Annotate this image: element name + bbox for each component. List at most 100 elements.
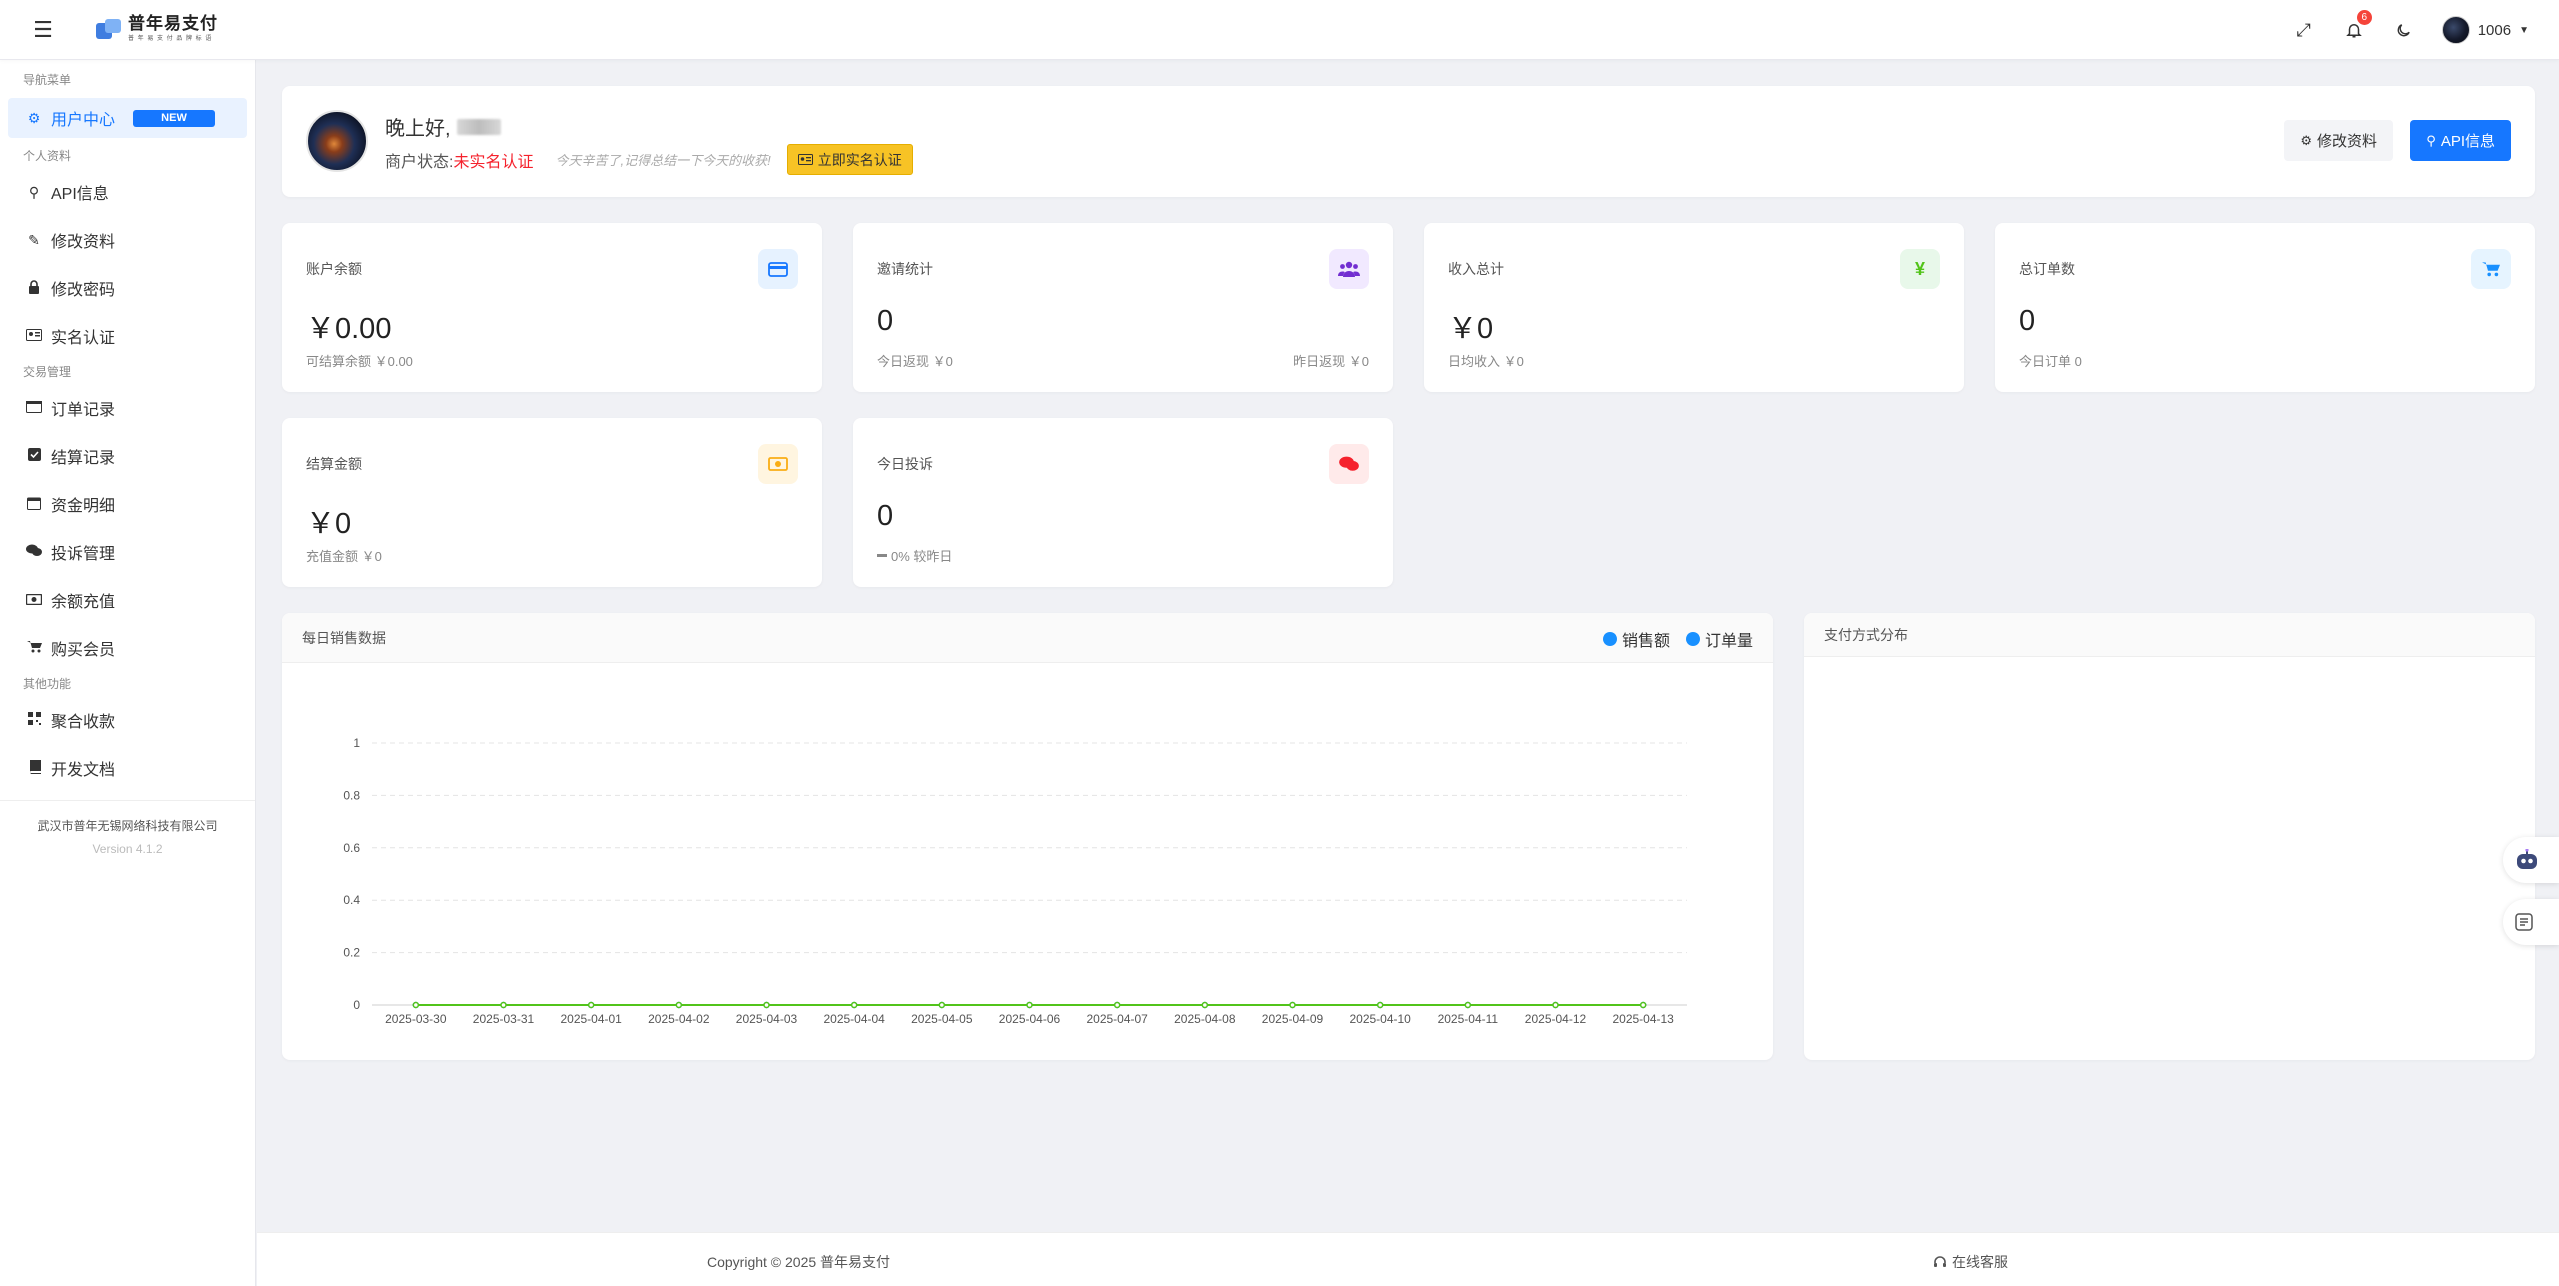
sidebar-section-profile: 个人资料 xyxy=(23,149,72,163)
brand-name: 普年易支付 xyxy=(128,14,218,34)
series-point xyxy=(1639,1001,1647,1009)
merchant-status: 商户状态: 未实名认证 今天辛苦了,记得总结一下今天的收获! 立即实名认证 xyxy=(385,144,913,175)
sidebar: 导航菜单 ⚙ 用户中心 NEW 个人资料 ⚲ API信息 ✎ 修改资料 修改密码… xyxy=(0,60,256,1286)
sidebar-item-aggregate[interactable]: 聚合收款 xyxy=(0,696,255,744)
stat-sub: 可结算余额 ￥0.00 xyxy=(306,354,413,369)
book-icon xyxy=(25,759,43,777)
sidebar-item-membership[interactable]: 购买会员 xyxy=(0,624,255,672)
x-tick-label: 2025-04-11 xyxy=(1438,1012,1499,1026)
sidebar-item-settlements[interactable]: 结算记录 xyxy=(0,432,255,480)
legend-label: 销售额 xyxy=(1621,633,1670,650)
stat-card-income: 收入总计 ¥ ￥0 日均收入 ￥0 xyxy=(1424,223,1964,392)
edit-profile-button[interactable]: ⚙ 修改资料 xyxy=(2284,120,2393,161)
sidebar-item-change-password[interactable]: 修改密码 xyxy=(0,264,255,312)
sidebar-item-docs[interactable]: 开发文档 xyxy=(0,744,255,792)
sidebar-item-label: 开发文档 xyxy=(51,762,116,779)
stat-value: 0 xyxy=(877,305,894,337)
sidebar-item-orders[interactable]: 订单记录 xyxy=(0,384,255,432)
welcome-card: 晚上好, 商户状态: 未实名认证 今天辛苦了,记得总结一下今天的收获! 立即实名… xyxy=(282,86,2535,197)
x-tick-label: 2025-04-01 xyxy=(560,1012,622,1026)
comments-icon xyxy=(1329,444,1369,484)
series-point xyxy=(587,1001,595,1009)
top-bar: ☰ 普年易支付 普 年 易 支 付 品 牌 标 语 ⤢ 6 1006 ▼ xyxy=(0,0,2559,60)
sales-line-chart: 0 0.2 0.4 0.6 0.8 1 2025-03-30 2025-03-31 2025-0… xyxy=(343,736,1687,1026)
sidebar-item-label: 投诉管理 xyxy=(51,546,116,563)
series-point xyxy=(675,1001,683,1009)
lock-icon xyxy=(25,279,43,297)
comments-icon xyxy=(25,544,43,560)
sidebar-item-complaints[interactable]: 投诉管理 xyxy=(0,528,255,576)
fullscreen-icon[interactable]: ⤢ xyxy=(2292,18,2316,42)
sales-chart-panel: 每日销售数据 销售额 订单量 0 0.2 0.4 0.6 0.8 1 2025-03-30 2… xyxy=(282,613,1773,1060)
sidebar-item-label: 聚合收款 xyxy=(51,714,116,731)
x-tick-label: 2025-04-02 xyxy=(648,1012,710,1026)
legend-label: 订单量 xyxy=(1704,633,1753,650)
payment-distribution-panel: 支付方式分布 xyxy=(1804,613,2535,1060)
sidebar-item-funds[interactable]: 资金明细 xyxy=(0,480,255,528)
edit-icon: ✎ xyxy=(28,231,40,248)
cart-icon xyxy=(25,640,43,656)
online-service-label: 在线客服 xyxy=(1952,1254,2008,1270)
username: 1006 xyxy=(2477,21,2512,39)
user-menu[interactable]: 1006 ▼ xyxy=(2441,16,2529,44)
x-tick-label: 2025-04-09 xyxy=(1262,1012,1324,1026)
series-point xyxy=(1552,1001,1559,1009)
legend-item-orders[interactable]: 订单量 xyxy=(1685,627,1753,651)
calendar-icon xyxy=(25,496,43,513)
sidebar-item-label: 用户中心 xyxy=(51,112,116,129)
sidebar-item-label: 实名认证 xyxy=(51,330,116,347)
id-card-icon xyxy=(25,328,43,344)
notification-bell-icon[interactable]: 6 xyxy=(2342,10,2372,42)
x-tick-label: 2025-04-06 xyxy=(999,1012,1061,1026)
x-tick-label: 2025-04-10 xyxy=(1349,1012,1411,1026)
api-info-button[interactable]: ⚲ API信息 xyxy=(2410,120,2511,161)
stat-sub: 日均收入 ￥0 xyxy=(1448,354,1524,369)
y-tick-label: 0.6 xyxy=(343,841,360,855)
yen-icon: ¥ xyxy=(1900,249,1940,289)
status-label: 商户状态: xyxy=(385,153,454,171)
gear-icon: ⚙ xyxy=(2300,132,2312,148)
caret-down-icon: ▼ xyxy=(2519,24,2529,36)
verify-now-button[interactable]: 立即实名认证 xyxy=(786,144,913,175)
page-footer: Copyright © 2025 普年易支付 在线客服 xyxy=(257,1232,2559,1286)
verify-now-label: 立即实名认证 xyxy=(817,151,902,168)
sidebar-item-real-name[interactable]: 实名认证 xyxy=(0,312,255,360)
brand-logo[interactable]: 普年易支付 普 年 易 支 付 品 牌 标 语 xyxy=(96,12,218,46)
sidebar-item-user-center[interactable]: ⚙ 用户中心 NEW xyxy=(8,98,247,138)
stat-value: ￥0 xyxy=(306,508,352,540)
menu-toggle-icon[interactable]: ☰ xyxy=(30,17,56,43)
users-icon xyxy=(1329,249,1369,289)
status-badge: 未实名认证 xyxy=(453,153,534,171)
id-card-icon xyxy=(797,154,813,165)
stat-label: 今日投诉 xyxy=(877,456,933,472)
sidebar-item-api-info[interactable]: ⚲ API信息 xyxy=(0,168,255,216)
x-tick-label: 2025-04-07 xyxy=(1086,1012,1148,1026)
stat-label: 总订单数 xyxy=(2019,261,2075,277)
online-service-link[interactable]: 在线客服 xyxy=(1933,1252,2008,1272)
headset-icon xyxy=(1934,1256,1946,1267)
credit-card-icon xyxy=(758,249,798,289)
cart-icon xyxy=(2471,249,2511,289)
stat-card-settle: 结算金额 ￥0 充值金额 ￥0 xyxy=(282,418,822,587)
sidebar-item-edit-profile[interactable]: ✎ 修改资料 xyxy=(0,216,255,264)
sidebar-item-label: 结算记录 xyxy=(51,450,116,467)
x-tick-label: 2025-04-12 xyxy=(1525,1012,1587,1026)
dark-mode-moon-icon[interactable] xyxy=(2392,18,2416,42)
money-bill-icon xyxy=(758,444,798,484)
stat-label: 收入总计 xyxy=(1448,261,1504,277)
sidebar-item-recharge[interactable]: 余额充值 xyxy=(0,576,255,624)
avatar xyxy=(306,110,368,172)
check-square-icon xyxy=(25,448,43,464)
legend-item-sales[interactable]: 销售额 xyxy=(1602,627,1670,651)
robot-assistant-button[interactable] xyxy=(2503,837,2559,883)
notification-count-badge: 6 xyxy=(2356,10,2372,25)
x-tick-label: 2025-04-03 xyxy=(736,1012,798,1026)
sidebar-item-label: 购买会员 xyxy=(51,642,116,659)
stat-label: 结算金额 xyxy=(306,456,362,472)
stat-card-complaint: 今日投诉 0 0% 较昨日 xyxy=(853,418,1393,587)
edit-profile-label: 修改资料 xyxy=(2316,133,2377,150)
series-point xyxy=(1289,1001,1296,1009)
stat-sub: 0% 较昨日 xyxy=(877,546,952,565)
feedback-button[interactable] xyxy=(2503,899,2559,945)
stat-value: 0 xyxy=(877,500,894,532)
